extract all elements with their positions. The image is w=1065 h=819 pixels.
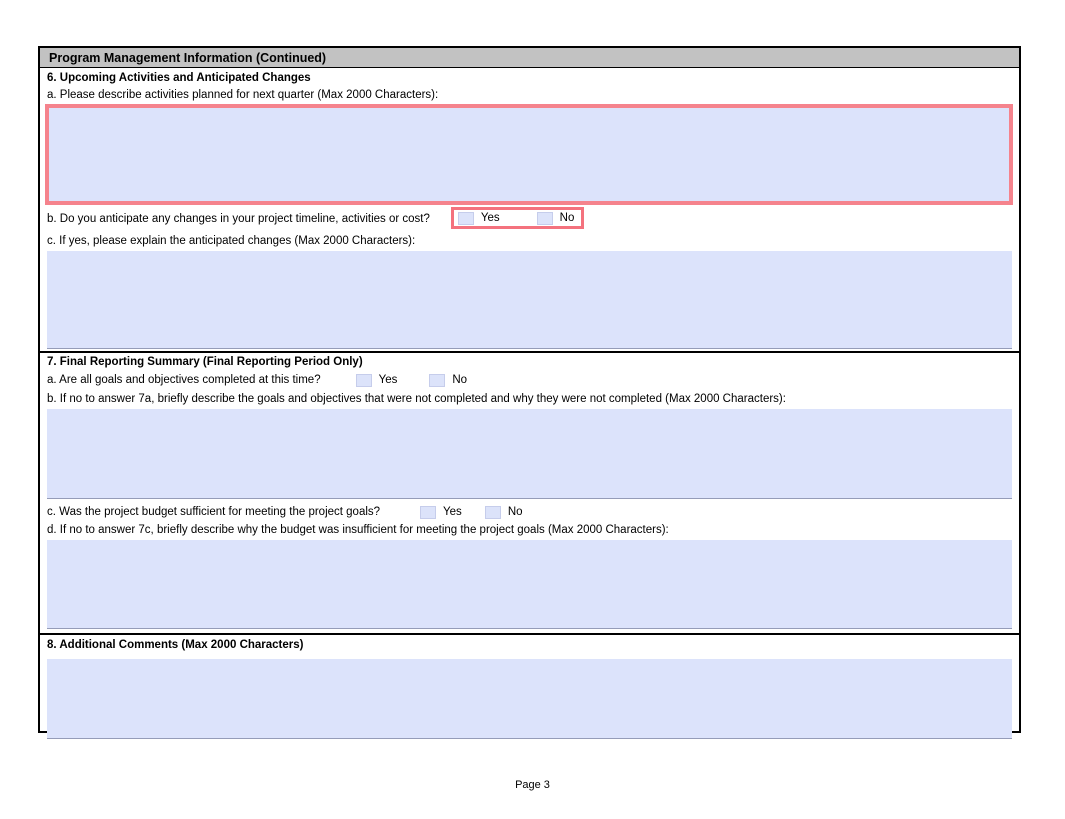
- q7a-no-checkbox[interactable]: [429, 374, 445, 387]
- q7c-label: c. Was the project budget sufficient for…: [47, 505, 380, 519]
- q7d-label: d. If no to answer 7c, briefly describe …: [47, 523, 1011, 537]
- q7c-yes-checkbox[interactable]: [420, 506, 436, 519]
- page-number: Page 3: [0, 779, 1065, 791]
- q7a-yn-group: Yes No: [356, 373, 467, 387]
- q6b-yes-label: Yes: [481, 211, 500, 225]
- q7c-yn-group: Yes No: [420, 505, 522, 519]
- section6-heading: 6. Upcoming Activities and Anticipated C…: [47, 71, 1011, 85]
- section7-heading: 7. Final Reporting Summary (Final Report…: [47, 355, 1011, 369]
- q7a-no-label: No: [452, 373, 467, 387]
- document-canvas: Program Management Information (Continue…: [0, 0, 1065, 819]
- section-divider: [40, 351, 1019, 353]
- q8-comments-field[interactable]: [47, 659, 1012, 739]
- q7b-goals-field[interactable]: [47, 409, 1012, 499]
- section-header-title: Program Management Information (Continue…: [49, 51, 326, 65]
- q6a-required-highlight: [45, 104, 1013, 205]
- q7d-budget-field[interactable]: [47, 540, 1012, 629]
- q7a-yes-checkbox[interactable]: [356, 374, 372, 387]
- q7c-no-label: No: [508, 505, 523, 519]
- q6a-label: a. Please describe activities planned fo…: [47, 88, 1011, 102]
- section-divider: [40, 633, 1019, 635]
- section8-heading: 8. Additional Comments (Max 2000 Charact…: [47, 638, 1011, 652]
- q6b-required-highlight: Yes No: [451, 207, 584, 229]
- q7c-no-checkbox[interactable]: [485, 506, 501, 519]
- q7a-row: a. Are all goals and objectives complete…: [47, 373, 1011, 387]
- q6c-changes-field[interactable]: [47, 251, 1012, 349]
- section-header-bar: Program Management Information (Continue…: [40, 48, 1019, 68]
- q6c-label: c. If yes, please explain the anticipate…: [47, 234, 1011, 248]
- q6b-label: b. Do you anticipate any changes in your…: [47, 212, 430, 226]
- q7a-yes-label: Yes: [379, 373, 398, 387]
- q7c-row: c. Was the project budget sufficient for…: [47, 505, 1011, 519]
- q7b-label: b. If no to answer 7a, briefly describe …: [47, 392, 1011, 406]
- q7c-yes-label: Yes: [443, 505, 462, 519]
- q7a-label: a. Are all goals and objectives complete…: [47, 373, 321, 387]
- form-page: Program Management Information (Continue…: [38, 46, 1021, 733]
- q6b-yes-checkbox[interactable]: [458, 212, 474, 225]
- q6b-no-checkbox[interactable]: [537, 212, 553, 225]
- q6b-no-label: No: [560, 211, 575, 225]
- q6b-row: b. Do you anticipate any changes in your…: [47, 209, 1011, 229]
- q6a-activities-field[interactable]: [49, 108, 1009, 201]
